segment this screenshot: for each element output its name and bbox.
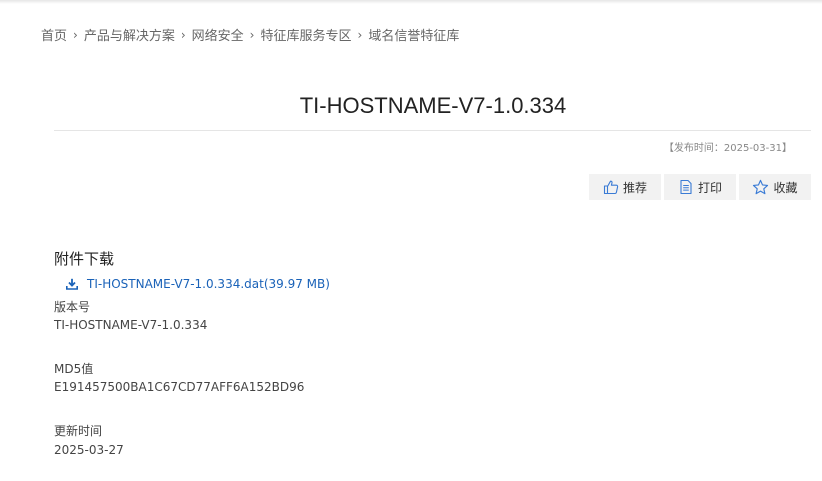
print-label: 打印: [697, 180, 722, 195]
favorite-label: 收藏: [773, 180, 798, 195]
attachment-download-link[interactable]: TI-HOSTNAME-V7-1.0.334.dat(39.97 MB): [66, 277, 330, 291]
breadcrumb-item-domain-reputation[interactable]: 域名信誉特征库: [368, 25, 459, 44]
article-actions: 推荐 打印 收藏: [589, 174, 811, 200]
page-title: TI-HOSTNAME-V7-1.0.334: [299, 92, 567, 118]
download-icon: [66, 278, 78, 290]
breadcrumb-separator: ›: [73, 27, 78, 42]
updated-value: 2025-03-27: [54, 443, 124, 457]
breadcrumb-separator: ›: [357, 27, 363, 42]
breadcrumb-item-signature-service[interactable]: 特征库服务专区: [260, 25, 351, 44]
favorite-button[interactable]: 收藏: [739, 174, 811, 200]
updated-label: 更新时间: [54, 424, 103, 438]
breadcrumb-item-network-security[interactable]: 网络安全: [192, 25, 244, 44]
breadcrumb-separator: ›: [180, 27, 186, 42]
print-button[interactable]: 打印: [664, 174, 736, 200]
publish-date: 【发布时间：2025-03-31】: [663, 143, 792, 154]
breadcrumb-item-products[interactable]: 产品与解决方案: [84, 25, 175, 44]
thumbs-up-icon: [603, 180, 619, 195]
version-label: 版本号: [54, 300, 91, 314]
breadcrumb-item-home[interactable]: 首页: [41, 25, 67, 44]
recommend-label: 推荐: [622, 180, 647, 195]
title-divider: [54, 130, 811, 131]
attachments-heading: 附件下载: [54, 250, 115, 268]
attachment-file-name: TI-HOSTNAME-V7-1.0.334.dat(39.97 MB): [87, 277, 330, 291]
top-shadow: [0, 0, 822, 4]
version-value: TI-HOSTNAME-V7-1.0.334: [54, 318, 208, 332]
breadcrumb: 首页 › 产品与解决方案 › 网络安全 › 特征库服务专区 › 域名信誉特征库: [41, 25, 459, 45]
breadcrumb-separator: ›: [249, 27, 255, 42]
md5-label: MD5值: [54, 362, 94, 376]
recommend-button[interactable]: 推荐: [589, 174, 661, 200]
document-icon: [680, 179, 692, 195]
star-icon: [753, 179, 769, 194]
md5-value: E191457500BA1C67CD77AFF6A152BD96: [54, 380, 305, 394]
